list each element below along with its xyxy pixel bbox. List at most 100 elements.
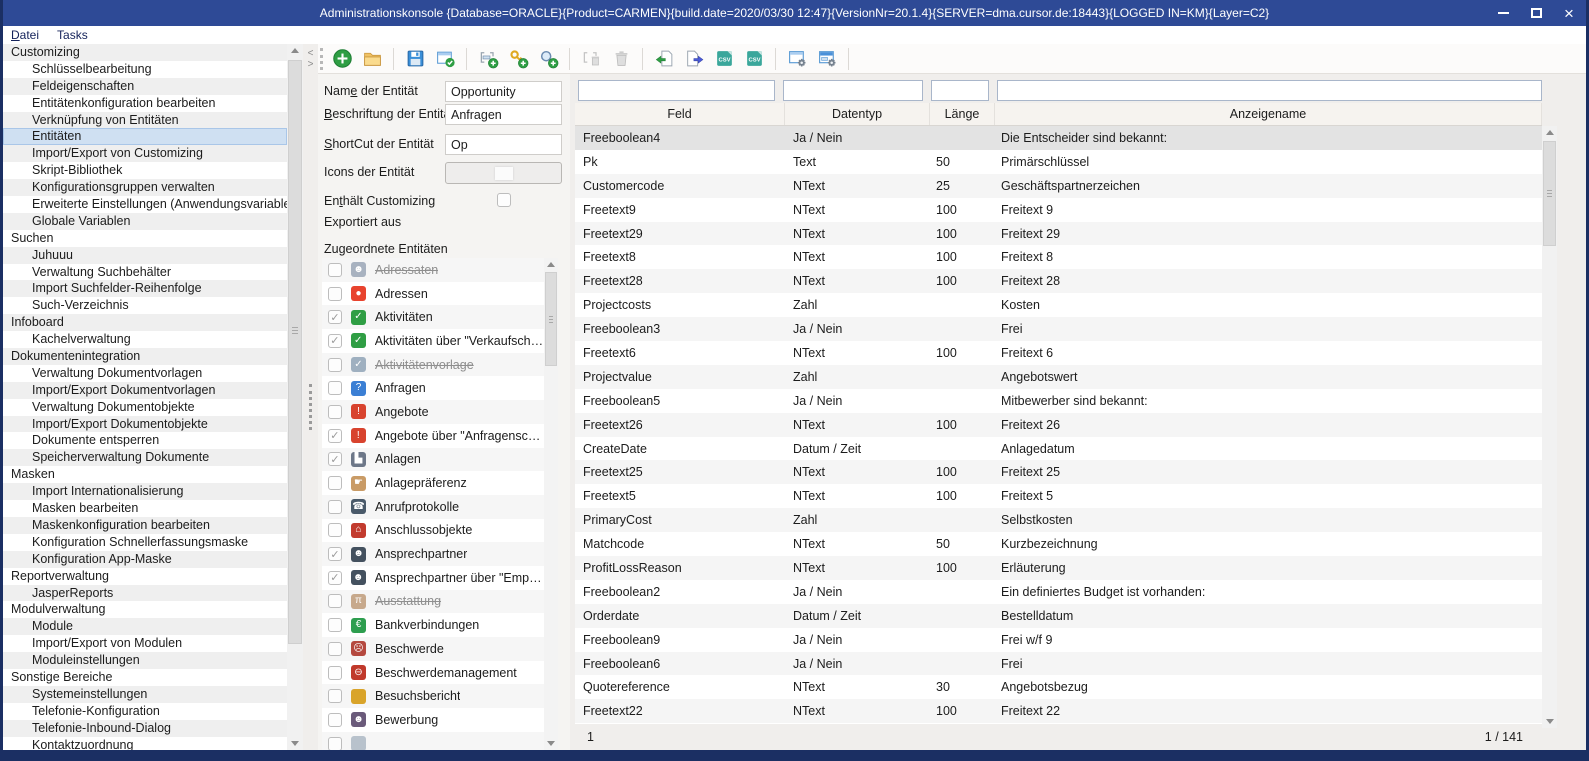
sidebar-item[interactable]: Module xyxy=(3,618,287,635)
csv-import-button[interactable]: CSV xyxy=(711,46,737,72)
table-row[interactable]: Freetext25NText100Freitext 25 xyxy=(575,460,1542,484)
entity-checkbox[interactable] xyxy=(328,642,342,656)
entity-list-item[interactable]: ✓✓Aktivitäten xyxy=(322,305,544,329)
maximize-button[interactable] xyxy=(1526,4,1546,22)
entity-list-item[interactable]: ☻Bewerbung xyxy=(322,708,544,732)
sidebar-item[interactable]: Kachelverwaltung xyxy=(3,331,287,348)
entity-checkbox[interactable] xyxy=(328,666,342,680)
toolbar-grip[interactable] xyxy=(320,48,323,70)
sidebar-item[interactable]: Maskenkonfiguration bearbeiten xyxy=(3,517,287,534)
entity-list-item[interactable]: ☹Beschwerde xyxy=(322,637,544,661)
sidebar-item[interactable]: Suchen xyxy=(3,230,287,247)
splitter-collapse-icon[interactable]: <> xyxy=(305,48,316,70)
entity-list-item[interactable]: ☎Anrufprotokolle xyxy=(322,495,544,519)
sidebar-item[interactable]: Import/Export von Customizing xyxy=(3,145,287,162)
sidebar-item[interactable]: Verwaltung Suchbehälter xyxy=(3,264,287,281)
entity-checkbox[interactable]: ✓ xyxy=(328,310,342,324)
sidebar-item[interactable]: Entitätenkonfiguration bearbeiten xyxy=(3,95,287,112)
entity-icons-button[interactable] xyxy=(445,162,562,184)
scroll-up-icon[interactable] xyxy=(544,258,558,271)
sidebar-item[interactable]: Dokumente entsperren xyxy=(3,432,287,449)
entity-checkbox[interactable] xyxy=(328,500,342,514)
table-row[interactable]: CreateDateDatum / ZeitAnlagedatum xyxy=(575,437,1542,461)
sidebar-item[interactable]: Infoboard xyxy=(3,314,287,331)
sidebar-item[interactable]: Telefonie-Inbound-Dialog xyxy=(3,720,287,737)
table-row[interactable]: Freetext22NText100Freitext 22 xyxy=(575,699,1542,723)
sidebar-item[interactable]: Verwaltung Dokumentobjekte xyxy=(3,399,287,416)
entity-checkbox[interactable] xyxy=(328,405,342,419)
save-button[interactable] xyxy=(402,46,428,72)
scroll-down-icon[interactable] xyxy=(544,737,558,750)
entity-checkbox[interactable] xyxy=(328,713,342,727)
entity-list-item[interactable]: ☻Adressaten xyxy=(322,258,544,282)
table-row[interactable]: Freeboolean9Ja / NeinFrei w/f 9 xyxy=(575,628,1542,652)
panel-splitter[interactable]: <> xyxy=(303,44,318,750)
table-row[interactable]: Freetext5NText100Freitext 5 xyxy=(575,484,1542,508)
entity-checkbox[interactable]: ✓ xyxy=(328,547,342,561)
entity-list-item[interactable]: Besuchsbericht xyxy=(322,684,544,708)
sidebar-item[interactable]: Moduleinstellungen xyxy=(3,652,287,669)
sidebar-item[interactable]: JasperReports xyxy=(3,585,287,602)
entity-checkbox[interactable] xyxy=(328,689,342,703)
table-row[interactable]: PkText50Primärschlüssel xyxy=(575,150,1542,174)
table-row[interactable]: MatchcodeNText50Kurzbezeichnung xyxy=(575,532,1542,556)
entity-caption-input[interactable] xyxy=(445,104,562,125)
entity-checkbox[interactable] xyxy=(328,358,342,372)
scroll-up-icon[interactable] xyxy=(1542,126,1557,139)
table-row[interactable]: Freetext28NText100Freitext 28 xyxy=(575,269,1542,293)
sidebar-item[interactable]: Modulverwaltung xyxy=(3,601,287,618)
table-row[interactable]: ProjectcostsZahlKosten xyxy=(575,293,1542,317)
entity-list-item[interactable]: ?Anfragen xyxy=(322,376,544,400)
entity-checkbox[interactable] xyxy=(328,381,342,395)
sidebar-item[interactable]: Customizing xyxy=(3,44,287,61)
entity-list-item[interactable]: ✓Aktivitätenvorlage xyxy=(322,353,544,377)
filter-laenge-input[interactable] xyxy=(931,80,989,101)
sidebar-item[interactable]: Verknüpfung von Entitäten xyxy=(3,112,287,129)
entity-checkbox[interactable] xyxy=(328,523,342,537)
scroll-down-icon[interactable] xyxy=(287,737,303,750)
splitter-grip[interactable] xyxy=(309,384,312,430)
menu-datei[interactable]: Datei xyxy=(11,28,39,42)
entity-checkbox[interactable]: ✓ xyxy=(328,334,342,348)
sidebar-item[interactable]: Erweiterte Einstellungen (Anwendungsvari… xyxy=(3,196,287,213)
sidebar-item[interactable]: Systemeinstellungen xyxy=(3,686,287,703)
entity-list-item[interactable] xyxy=(322,732,544,750)
sidebar-item[interactable]: Konfiguration App-Maske xyxy=(3,551,287,568)
entity-list-scrollbar[interactable] xyxy=(544,258,558,750)
entity-list-item[interactable]: ✓✓Aktivitäten über "Verkaufscha... xyxy=(322,329,544,353)
entity-list-item[interactable]: ⊖Beschwerdemanagement xyxy=(322,661,544,685)
sidebar-item[interactable]: Kontaktzuordnung xyxy=(3,737,287,750)
column-header[interactable]: Anzeigename xyxy=(995,103,1542,125)
title-bar[interactable]: Administrationskonsole {Database=ORACLE}… xyxy=(0,0,1589,26)
entity-list-item[interactable]: ●Adressen xyxy=(322,282,544,306)
entity-list-item[interactable]: ✓☻Ansprechpartner über "Empfä... xyxy=(322,566,544,590)
sidebar-scroll-thumb[interactable] xyxy=(288,60,302,644)
table-row[interactable]: ProfitLossReasonNText100Erläuterung xyxy=(575,556,1542,580)
sidebar-item[interactable]: Verwaltung Dokumentvorlagen xyxy=(3,365,287,382)
sidebar-item[interactable]: Feldeigenschaften xyxy=(3,78,287,95)
column-header[interactable]: Länge xyxy=(930,103,995,125)
table-row[interactable]: Freetext9NText100Freitext 9 xyxy=(575,198,1542,222)
table-row[interactable]: Freetext6NText100Freitext 6 xyxy=(575,341,1542,365)
contains-customizing-checkbox[interactable] xyxy=(497,193,511,207)
add-key-button[interactable] xyxy=(505,46,531,72)
entity-checkbox[interactable] xyxy=(328,287,342,301)
entity-checkbox[interactable]: ✓ xyxy=(328,429,342,443)
sidebar-item[interactable]: Import Suchfelder-Reihenfolge xyxy=(3,280,287,297)
table-row[interactable]: Freeboolean2Ja / NeinEin definiertes Bud… xyxy=(575,580,1542,604)
entity-checkbox[interactable] xyxy=(328,737,342,750)
table-scrollbar[interactable] xyxy=(1542,126,1557,728)
window-settings-button[interactable] xyxy=(784,46,810,72)
scroll-down-icon[interactable] xyxy=(1542,715,1557,728)
sidebar-item[interactable]: Import/Export Dokumentobjekte xyxy=(3,416,287,433)
sidebar-item[interactable]: Schlüsselbearbeitung xyxy=(3,61,287,78)
sidebar-item[interactable]: Masken xyxy=(3,466,287,483)
sidebar-item[interactable]: Entitäten xyxy=(3,128,287,145)
column-header[interactable]: Datentyp xyxy=(785,103,930,125)
table-row[interactable]: Freetext29NText100Freitext 29 xyxy=(575,222,1542,246)
table-row[interactable]: Freeboolean4Ja / NeinDie Entscheider sin… xyxy=(575,126,1542,150)
sidebar-item[interactable]: Dokumentenintegration xyxy=(3,348,287,365)
filter-feld-input[interactable] xyxy=(578,80,775,101)
sidebar-item[interactable]: Konfigurationsgruppen verwalten xyxy=(3,179,287,196)
table-row[interactable]: Freeboolean5Ja / NeinMitbewerber sind be… xyxy=(575,389,1542,413)
